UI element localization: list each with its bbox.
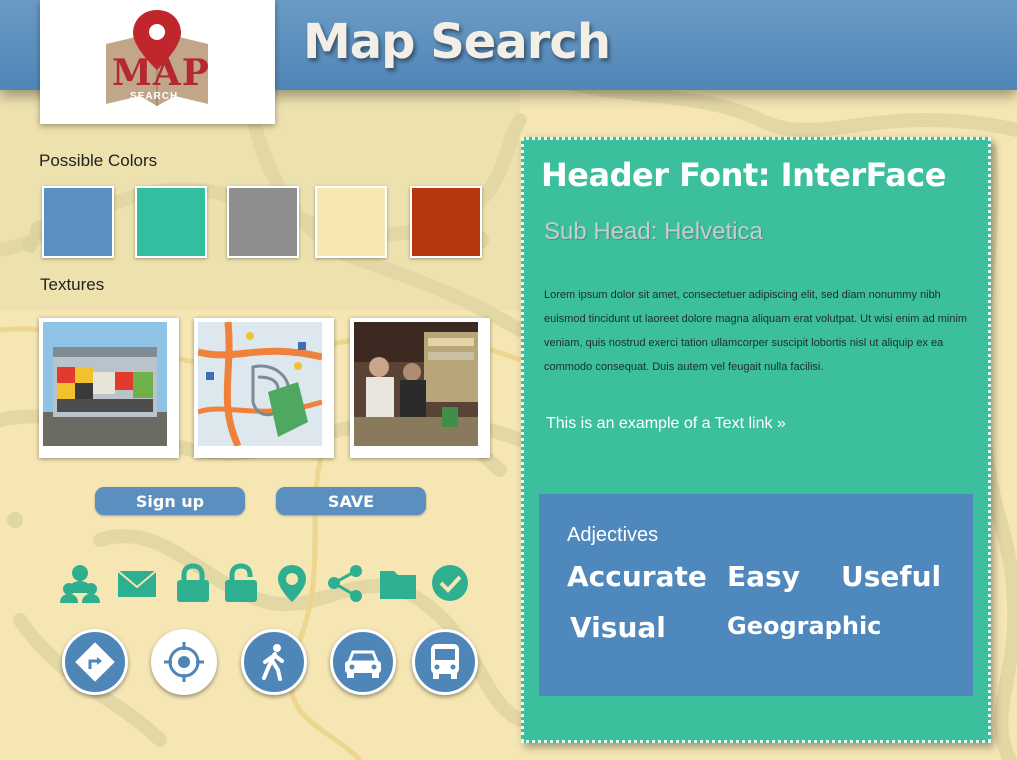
adjective-visual: Visual xyxy=(570,611,666,644)
share-icon[interactable] xyxy=(325,563,365,603)
style-guide-panel: Header Font: InterFace Sub Head: Helveti… xyxy=(521,137,991,743)
directions-icon xyxy=(75,642,115,682)
bus-button[interactable] xyxy=(412,629,478,695)
car-icon xyxy=(345,650,381,678)
unlock-icon[interactable] xyxy=(221,563,261,603)
save-button[interactable]: SAVE xyxy=(276,487,426,515)
sign-up-button[interactable]: Sign up xyxy=(95,487,245,515)
store-interior-photo-icon xyxy=(354,322,478,446)
bus-icon xyxy=(431,644,459,679)
adjective-accurate: Accurate xyxy=(567,560,707,593)
example-text-link[interactable]: This is an example of a Text link » xyxy=(546,415,786,433)
textures-label: Textures xyxy=(40,275,105,294)
adjectives-box: Adjectives Accurate Easy Useful Visual G… xyxy=(539,494,973,696)
texture-store-photo[interactable] xyxy=(350,318,490,458)
locate-target-icon xyxy=(164,642,204,682)
texture-street-map[interactable] xyxy=(194,318,334,458)
color-swatch-gray[interactable] xyxy=(227,186,299,258)
color-swatch-cream[interactable] xyxy=(315,186,387,258)
map-pin-icon[interactable] xyxy=(272,563,312,603)
panel-header: Header Font: InterFace xyxy=(541,156,946,194)
adjective-easy: Easy xyxy=(727,560,800,593)
users-icon[interactable] xyxy=(60,563,100,603)
car-button[interactable] xyxy=(330,629,396,695)
walking-button[interactable] xyxy=(241,629,307,695)
folder-icon[interactable] xyxy=(378,563,418,603)
panel-body-text: Lorem ipsum dolor sit amet, consectetuer… xyxy=(544,289,968,373)
app-title: Map Search xyxy=(303,14,611,70)
shopping-mall-photo-icon xyxy=(43,322,167,446)
logo-wordmark: MAP xyxy=(112,52,210,94)
color-swatch-rust[interactable] xyxy=(410,186,482,258)
panel-subhead: Sub Head: Helvetica xyxy=(544,218,763,245)
lock-icon[interactable] xyxy=(173,563,213,603)
texture-mall-photo[interactable] xyxy=(39,318,179,458)
walking-icon xyxy=(262,644,284,681)
street-map-image-icon xyxy=(198,322,322,446)
locate-button[interactable] xyxy=(151,629,217,695)
adjectives-title: Adjectives xyxy=(567,524,659,546)
logo: MAP SEARCH xyxy=(40,0,275,124)
adjective-geographic: Geographic xyxy=(727,612,882,640)
logo-subtitle: SEARCH xyxy=(130,91,179,102)
color-swatch-blue[interactable] xyxy=(42,186,114,258)
directions-button[interactable] xyxy=(62,629,128,695)
possible-colors-label: Possible Colors xyxy=(39,151,158,170)
check-circle-icon[interactable] xyxy=(430,563,470,603)
adjective-useful: Useful xyxy=(841,560,942,593)
color-swatch-teal[interactable] xyxy=(135,186,207,258)
envelope-icon[interactable] xyxy=(117,563,157,603)
